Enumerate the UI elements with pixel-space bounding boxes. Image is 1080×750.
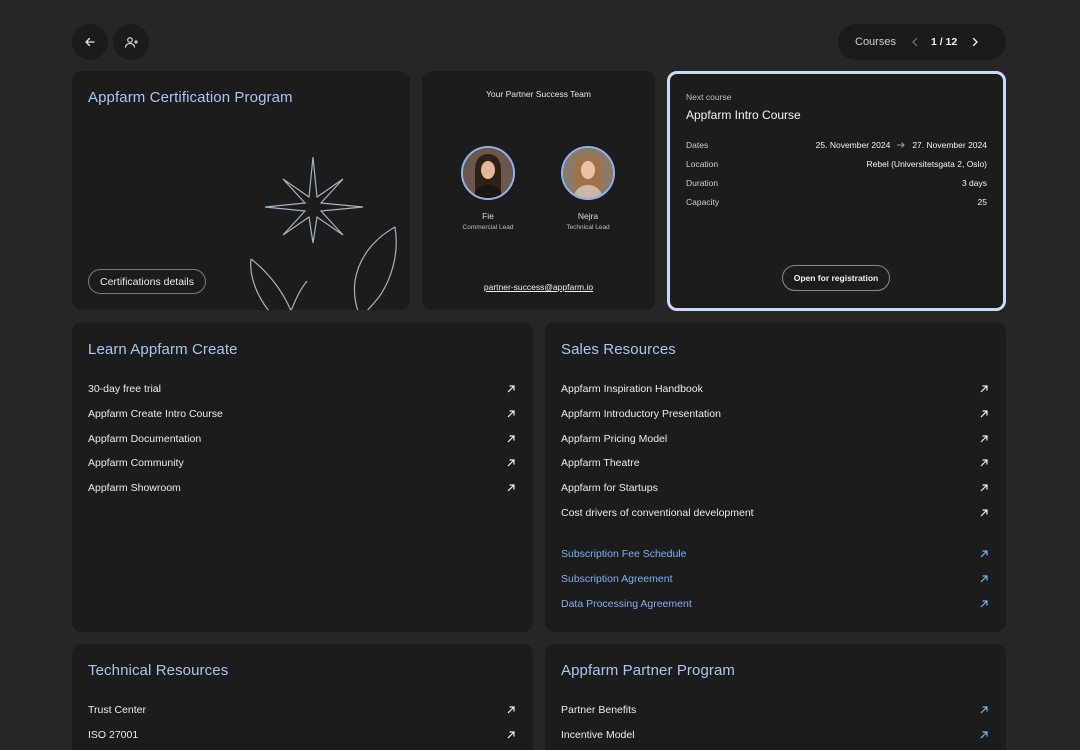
legal-link-subscription-agreement[interactable]: Subscription Agreement [561,567,990,592]
next-course-title: Appfarm Intro Course [686,108,801,122]
certification-title: Appfarm Certification Program [88,89,293,106]
team-email-link[interactable]: partner-success@appfarm.io [422,282,655,292]
learn-link-showroom[interactable]: Appfarm Showroom [88,476,517,501]
partner-team-card: Your Partner Success Team Fie Commercial… [422,71,655,310]
arrow-up-right-icon [978,408,990,420]
learn-link-documentation[interactable]: Appfarm Documentation [88,426,517,451]
arrow-up-right-icon [505,457,517,469]
sales-link-startups[interactable]: Appfarm for Startups [561,476,990,501]
pager-count: 1 / 12 [930,36,958,48]
capacity-value: 25 [977,197,987,207]
star-flower-illustration [250,156,397,310]
course-capacity-row: Capacity 25 [686,197,987,207]
partner-link-benefits[interactable]: Partner Benefits [561,698,990,723]
arrow-up-right-icon [978,433,990,445]
learn-link-free-trial[interactable]: 30-day free trial [88,377,517,402]
sales-card: Sales Resources Appfarm Inspiration Hand… [545,322,1006,632]
course-dates-row: Dates 25. November 2024 27. November 202… [686,140,987,150]
next-button[interactable] [971,37,979,47]
course-duration-row: Duration 3 days [686,178,987,188]
dates-label: Dates [686,140,709,150]
technical-link-iso[interactable]: ISO 27001 [88,723,517,748]
team-member-fie: Fie Commercial Lead [438,146,538,231]
sales-link-presentation[interactable]: Appfarm Introductory Presentation [561,402,990,427]
arrow-up-right-icon [505,408,517,420]
pager-label: Courses [855,36,896,48]
arrow-up-right-icon [978,573,990,585]
member-name: Fie [482,211,494,221]
team-title: Your Partner Success Team [486,89,591,99]
sales-link-list: Appfarm Inspiration Handbook Appfarm Int… [561,377,990,525]
location-label: Location [686,159,719,169]
legal-link-fee-schedule[interactable]: Subscription Fee Schedule [561,542,990,567]
arrow-up-right-icon [978,383,990,395]
arrow-up-right-icon [505,482,517,494]
duration-label: Duration [686,178,719,188]
sales-link-handbook[interactable]: Appfarm Inspiration Handbook [561,377,990,402]
avatar [561,146,615,200]
member-role: Commercial Lead [462,224,514,231]
chevron-right-icon [973,37,979,47]
arrow-up-right-icon [978,482,990,494]
course-location-row: Location Rebel (Universitetsgata 2, Oslo… [686,159,987,169]
avatar [461,146,515,200]
technical-link-list: Trust Center ISO 27001 [88,698,517,747]
capacity-label: Capacity [686,197,720,207]
arrow-up-right-icon [978,729,990,741]
add-user-icon [124,36,138,48]
arrow-up-right-icon [978,598,990,610]
location-value: Rebel (Universitetsgata 2, Oslo) [866,159,987,169]
legal-link-dpa[interactable]: Data Processing Agreement [561,591,990,616]
partner-link-incentive-model[interactable]: Incentive Model [561,723,990,748]
sales-link-cost-drivers[interactable]: Cost drivers of conventional development [561,500,990,525]
previous-button[interactable] [911,37,919,47]
partner-link-list: Partner Benefits Incentive Model [561,698,990,747]
certification-card: Appfarm Certification Program Certificat… [72,71,410,310]
add-user-button[interactable] [113,24,149,60]
sales-title: Sales Resources [561,341,676,358]
certifications-details-button[interactable]: Certifications details [88,269,206,294]
start-date: 25. November 2024 [815,140,891,150]
arrow-up-right-icon [505,383,517,395]
legal-link-list: Subscription Fee Schedule Subscription A… [561,542,990,616]
open-registration-button[interactable]: Open for registration [782,265,890,291]
arrow-up-right-icon [505,433,517,445]
arrow-up-right-icon [978,548,990,560]
learn-title: Learn Appfarm Create [88,341,238,358]
learn-link-community[interactable]: Appfarm Community [88,451,517,476]
learn-link-list: 30-day free trial Appfarm Create Intro C… [88,377,517,500]
learn-card: Learn Appfarm Create 30-day free trial A… [72,322,533,632]
arrow-up-right-icon [978,457,990,469]
sales-link-pricing-model[interactable]: Appfarm Pricing Model [561,426,990,451]
arrow-right-icon [897,142,906,148]
back-button[interactable] [72,24,108,60]
technical-title: Technical Resources [88,662,229,679]
team-member-nejra: Nejra Technical Lead [538,146,638,231]
next-course-card: Next course Appfarm Intro Course Dates 2… [667,71,1006,311]
arrow-up-right-icon [978,507,990,519]
end-date: 27. November 2024 [912,140,987,150]
chevron-left-icon [912,37,918,47]
member-name: Nejra [577,211,599,221]
arrow-up-right-icon [978,704,990,716]
partner-program-card: Appfarm Partner Program Partner Benefits… [545,644,1006,750]
course-pager: Courses 1 / 12 [838,24,1006,60]
next-course-kicker: Next course [686,92,732,102]
arrow-up-right-icon [505,704,517,716]
sales-link-theatre[interactable]: Appfarm Theatre [561,451,990,476]
technical-card: Technical Resources Trust Center ISO 270… [72,644,533,750]
partner-program-title: Appfarm Partner Program [561,662,736,679]
arrow-left-icon [85,37,95,47]
learn-link-intro-course[interactable]: Appfarm Create Intro Course [88,402,517,427]
arrow-up-right-icon [505,729,517,741]
technical-link-trust-center[interactable]: Trust Center [88,698,517,723]
member-role: Technical Lead [566,224,610,231]
duration-value: 3 days [961,178,987,188]
